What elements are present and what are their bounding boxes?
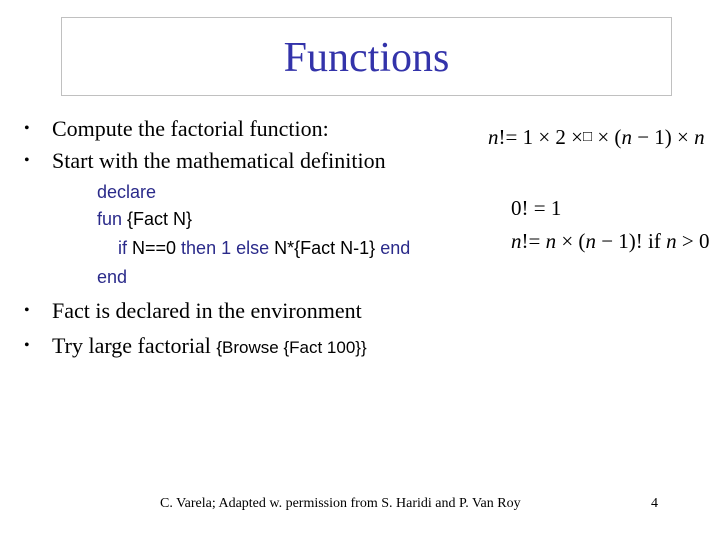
code-text: N==0 — [127, 238, 182, 258]
bullet-text: Start with the mathematical definition — [52, 148, 386, 173]
math-text: != 1 × 2 × — [498, 125, 584, 149]
code-keyword: then — [181, 238, 217, 258]
footer-credit: C. Varela; Adapted w. permission from S.… — [160, 496, 521, 511]
code-line: fun {Fact N} — [97, 210, 192, 228]
bullet-item: • Try large factorial {Browse {Fact 100}} — [24, 335, 367, 357]
math-var: n — [488, 125, 499, 149]
code-keyword: end — [97, 267, 128, 287]
code-text: N*{Fact N-1} — [269, 238, 381, 258]
bullet-icon: • — [24, 302, 30, 319]
bullet-text: Compute the factorial function: — [52, 116, 329, 141]
factorial-base-case: 0! = 1 — [511, 196, 562, 220]
math-var: n — [666, 229, 677, 253]
math-text: != — [521, 229, 546, 253]
bullet-icon: • — [24, 120, 30, 137]
bullet-icon: • — [24, 152, 30, 169]
code-keyword: end — [380, 238, 411, 258]
inline-code: {Browse {Fact 100}} — [216, 338, 367, 357]
math-text: − 1)! if — [595, 229, 667, 253]
code-line: if N==0 then 1 else N*{Fact N-1} end — [118, 239, 410, 257]
math-text: > 0 — [676, 229, 710, 253]
page-number: 4 — [651, 496, 658, 511]
code-keyword: fun — [97, 209, 123, 229]
math-text: × ( — [592, 125, 622, 149]
code-keyword: if — [118, 238, 127, 258]
bullet-text: Try large factorial — [52, 333, 217, 358]
code-text: 1 — [216, 238, 237, 258]
slide-title: Functions — [283, 34, 450, 81]
math-text: × ( — [556, 229, 586, 253]
math-text: − 1) × — [631, 125, 695, 149]
code-keyword: else — [236, 238, 270, 258]
factorial-recursive-case: n!= n × (n − 1)! if n > 0 — [511, 231, 709, 252]
code-text: {Fact N} — [122, 209, 193, 229]
code-keyword: declare — [97, 182, 157, 202]
bullet-icon: • — [24, 337, 30, 354]
code-line: end — [97, 268, 127, 286]
missing-glyph-icon: □ — [583, 129, 593, 145]
math-var: n — [621, 125, 632, 149]
title-box: Functions — [61, 17, 672, 96]
code-line: declare — [97, 183, 156, 201]
bullet-item: • Fact is declared in the environment — [24, 300, 362, 322]
bullet-item: • Compute the factorial function: — [24, 118, 329, 140]
bullet-text: Fact is declared in the environment — [52, 298, 362, 323]
math-var: n — [511, 229, 522, 253]
math-var: n — [545, 229, 557, 253]
math-var: n — [694, 125, 705, 149]
bullet-item: • Start with the mathematical definition — [24, 150, 386, 172]
math-var: n — [585, 229, 596, 253]
factorial-product-formula: n!= 1 × 2 ×□ × (n − 1) × n — [488, 127, 705, 148]
